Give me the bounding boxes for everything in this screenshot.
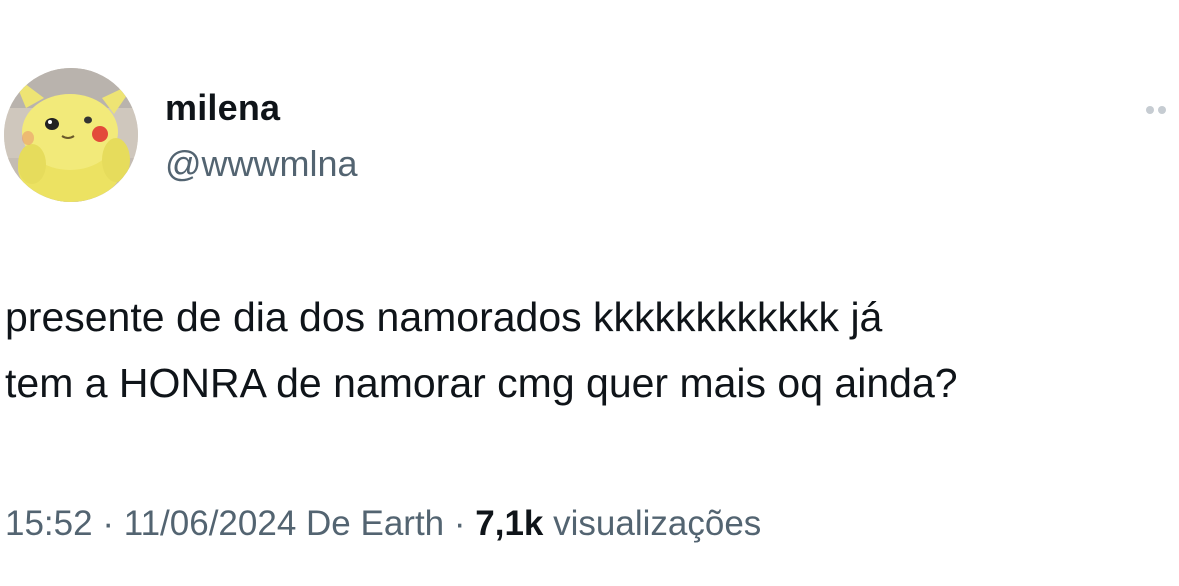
tweet-card: milena @wwwmlna presente de dia dos namo… (0, 0, 1179, 586)
separator: · (102, 504, 114, 543)
user-handle[interactable]: @wwwmlna (165, 140, 358, 188)
more-dots-icon[interactable] (1146, 104, 1176, 116)
avatar[interactable] (4, 68, 138, 202)
tweet-location: De Earth (306, 504, 445, 543)
dot (1158, 106, 1166, 114)
tweet-text-line-1: presente de dia dos namorados kkkkkkkkkk… (5, 294, 883, 340)
views-label: visualizações (553, 504, 762, 543)
tweet-text: presente de dia dos namorados kkkkkkkkkk… (5, 284, 1175, 416)
tweet-time[interactable]: 15:52 (5, 504, 93, 543)
tweet-meta: 15:52 · 11/06/2024 De Earth · 7,1k visua… (5, 500, 761, 548)
display-name[interactable]: milena (165, 84, 280, 132)
views-count[interactable]: 7,1k (475, 504, 543, 543)
separator: · (453, 504, 466, 543)
dot (1146, 106, 1154, 114)
pikachu-plush-icon (4, 68, 138, 202)
tweet-text-line-2: tem a HONRA de namorar cmg quer mais oq … (5, 360, 958, 406)
tweet-date[interactable]: 11/06/2024 (124, 504, 297, 543)
